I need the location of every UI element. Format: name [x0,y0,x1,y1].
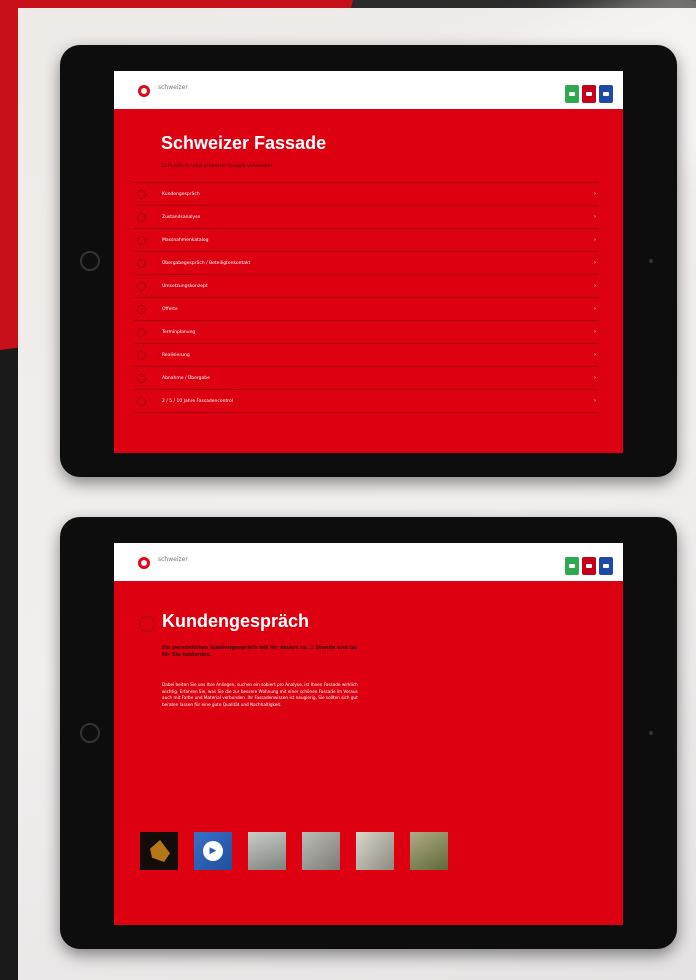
lead-text: Ein persönliches Kundengespräch mit Ihr … [162,645,357,658]
step-number-icon [137,212,146,222]
list-item[interactable]: Übergabegespräch / Beteiligtenkontakt › [134,252,598,275]
tablet-detail: schweizer Kundengespräch Ein persönliche… [60,517,677,949]
app-header: schweizer [114,543,623,581]
chevron-right-icon: › [594,237,596,243]
chevron-right-icon: › [594,329,596,335]
craftsman-photo[interactable] [410,832,448,870]
green-app-icon[interactable] [565,557,579,575]
green-app-icon[interactable] [565,85,579,103]
page-subtitle: 10 Punkte für eine schweizer Fassade ver… [161,164,273,169]
blue-app-icon[interactable] [599,557,613,575]
rough-surface-photo[interactable] [302,832,340,870]
app-icons [565,557,613,575]
chevron-right-icon: › [594,375,596,381]
chevron-right-icon: › [594,283,596,289]
page-title: Kundengespräch [162,611,310,631]
chevron-right-icon: › [594,306,596,312]
schweizer-logo-icon[interactable] [138,557,150,569]
image-gallery: ▶ [140,832,448,870]
camera-dot [649,259,653,263]
step-number-icon [137,189,146,199]
play-icon[interactable]: ▶ [203,841,223,861]
app-header: schweizer [114,71,623,109]
list-item[interactable]: Offerte › [134,298,598,321]
worker-photo[interactable] [248,832,286,870]
step-number-icon [137,350,146,360]
list-item[interactable]: Abnahme / Übergabe › [134,367,598,390]
red-app-icon[interactable] [582,85,596,103]
home-button[interactable] [80,723,100,743]
list-item[interactable]: 2 / 5 / 10 Jahre Fassadencontrol › [134,390,598,413]
body-text: Dabei beiten Sie uns Ihre Anliegen, such… [162,682,358,707]
tablet-menu: schweizer Schweizer Fassade 10 Punkte fü… [60,45,677,477]
schweizer-logo-icon[interactable] [138,85,150,97]
chevron-right-icon: › [594,214,596,220]
step-number-icon [137,304,146,314]
app-icons [565,85,613,103]
step-number-icon [139,616,155,632]
video-thumbnail[interactable]: ▶ [194,832,232,870]
page-title: Schweizer Fassade [161,133,327,153]
camera-dot [649,731,653,735]
list-item[interactable]: Terminplanung › [134,321,598,344]
list-item[interactable]: Zustandsanalyse › [134,206,598,229]
list-item[interactable]: Massnahmenkatalog › [134,229,598,252]
step-number-icon [137,373,146,383]
gold-object-photo[interactable] [140,832,178,870]
chevron-right-icon: › [594,260,596,266]
chevron-right-icon: › [594,398,596,404]
chevron-right-icon: › [594,352,596,358]
list-item[interactable]: Umsetzungskonzept › [134,275,598,298]
step-number-icon [137,396,146,406]
step-list: Kundengespräch › Zustandsanalyse › Massnah… [134,182,598,413]
home-button[interactable] [80,251,100,271]
step-number-icon [137,281,146,291]
step-number-icon [137,327,146,337]
list-item[interactable]: Realisierung › [134,344,598,367]
red-app-icon[interactable] [582,557,596,575]
chevron-right-icon: › [594,191,596,197]
blue-app-icon[interactable] [599,85,613,103]
list-item[interactable]: Kundengespräch › [134,183,598,206]
screen-menu: schweizer Schweizer Fassade 10 Punkte fü… [114,71,623,453]
plaster-work-photo[interactable] [356,832,394,870]
screen-detail: schweizer Kundengespräch Ein persönliche… [114,543,623,925]
step-number-icon [137,235,146,245]
brand-name: schweizer [158,556,188,563]
brand-name: schweizer [158,84,188,91]
step-number-icon [137,258,146,268]
